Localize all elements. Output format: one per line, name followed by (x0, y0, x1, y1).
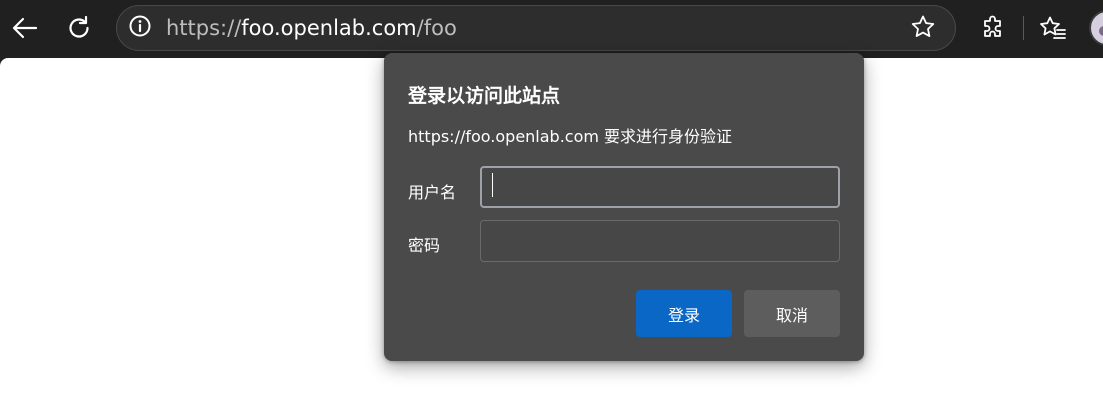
username-input[interactable] (480, 166, 840, 208)
text-caret (492, 173, 493, 197)
back-button[interactable] (5, 8, 45, 48)
info-icon (128, 14, 152, 42)
url-text[interactable]: https://foo.openlab.com/foo (166, 16, 457, 40)
avatar[interactable] (1089, 10, 1103, 46)
dialog-description: https://foo.openlab.com 要求进行身份验证 (408, 127, 733, 146)
sign-in-button[interactable]: 登录 (636, 290, 732, 337)
url-path: /foo (416, 16, 457, 40)
add-favorite-button[interactable] (903, 9, 943, 49)
refresh-button[interactable] (59, 8, 99, 48)
favorites-icon (1039, 15, 1067, 41)
dialog-title: 登录以访问此站点 (408, 85, 561, 107)
password-label: 密码 (408, 236, 441, 255)
auth-dialog: 登录以访问此站点 https://foo.openlab.com 要求进行身份验… (384, 53, 864, 361)
cancel-button[interactable]: 取消 (744, 290, 840, 337)
extensions-button[interactable] (973, 8, 1013, 48)
toolbar-divider (1023, 16, 1024, 40)
refresh-icon (66, 15, 92, 41)
address-bar[interactable]: https://foo.openlab.com/foo (116, 5, 956, 51)
browser-toolbar: https://foo.openlab.com/foo (0, 0, 1103, 56)
star-icon (910, 14, 936, 44)
site-info-button[interactable] (120, 8, 160, 48)
url-host: foo.openlab.com (241, 16, 417, 40)
username-label: 用户名 (408, 183, 457, 202)
back-arrow-icon (12, 17, 38, 39)
url-scheme: https:// (166, 16, 242, 40)
favorites-button[interactable] (1033, 8, 1073, 48)
password-input[interactable] (480, 220, 840, 262)
puzzle-icon (980, 15, 1006, 41)
